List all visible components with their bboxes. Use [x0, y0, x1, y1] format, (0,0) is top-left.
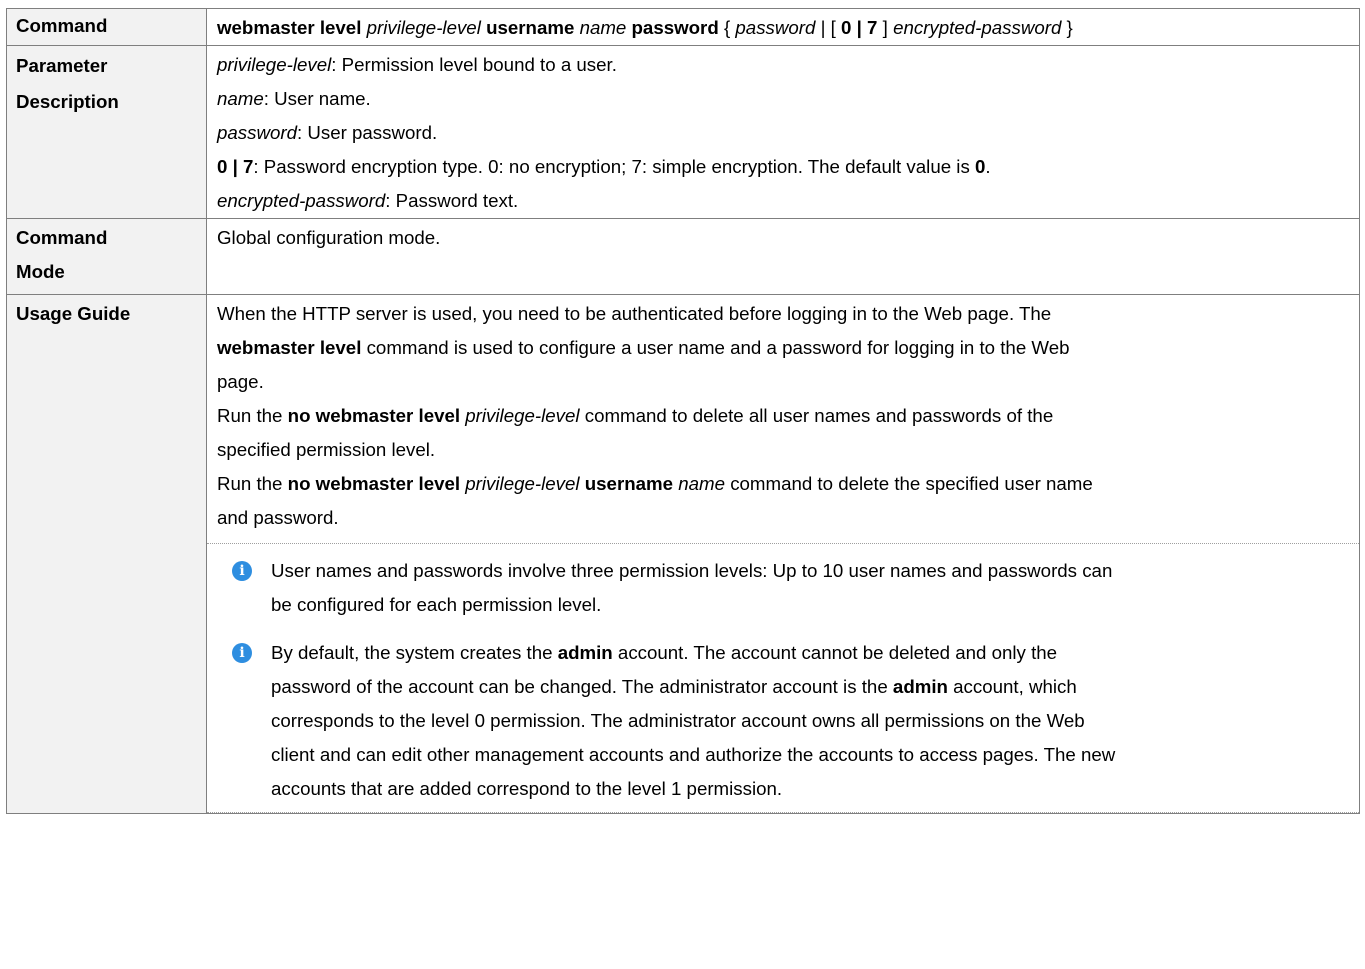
usage-text: page.	[217, 371, 264, 392]
syntax-punct: {	[723, 17, 731, 38]
syntax-keyword: username	[486, 17, 575, 38]
param-item: 0 | 7: Password encryption type. 0: no e…	[217, 156, 991, 177]
command-reference-table: Command webmaster level privilege-level …	[6, 8, 1360, 814]
usage-text: Run the no webmaster level privilege-lev…	[217, 473, 1093, 494]
notes-block: i User names and passwords involve three…	[207, 543, 1359, 813]
syntax-keyword: password	[631, 17, 719, 38]
syntax-keyword: webmaster level	[217, 17, 362, 38]
parameter-label: Parameter Description	[6, 45, 207, 219]
syntax-argument: password	[735, 17, 816, 38]
syntax-punct: ]	[882, 17, 888, 38]
usage-text: specified permission level.	[217, 439, 436, 460]
usage-guide: When the HTTP server is used, you need t…	[206, 294, 1360, 814]
note-item: i By default, the system creates the adm…	[217, 636, 1349, 806]
usage-text: When the HTTP server is used, you need t…	[217, 303, 1052, 324]
usage-text: webmaster level command is used to confi…	[217, 337, 1070, 358]
syntax-keyword: 0 | 7	[841, 17, 878, 38]
parameter-row: Parameter Description privilege-level: P…	[6, 45, 1360, 219]
usage-text: Run the no webmaster level privilege-lev…	[217, 405, 1054, 426]
mode-row: Command Mode Global configuration mode.	[6, 218, 1360, 295]
param-item: name: User name.	[217, 88, 371, 109]
syntax-argument: name	[579, 17, 627, 38]
param-item: privilege-level: Permission level bound …	[217, 54, 617, 75]
info-icon: i	[232, 643, 252, 663]
syntax-punct: | [	[820, 17, 836, 38]
usage-row: Usage Guide When the HTTP server is used…	[6, 294, 1360, 814]
info-icon: i	[232, 561, 252, 581]
mode-label: Command Mode	[6, 218, 207, 295]
usage-label: Usage Guide	[6, 294, 207, 814]
note-item: i User names and passwords involve three…	[217, 554, 1349, 622]
command-row: Command webmaster level privilege-level …	[6, 8, 1360, 46]
syntax-punct: }	[1066, 17, 1073, 38]
param-item: encrypted-password: Password text.	[217, 190, 519, 211]
param-item: password: User password.	[217, 122, 438, 143]
command-label: Command	[6, 8, 207, 46]
usage-text: and password.	[217, 507, 339, 528]
syntax-argument: encrypted-password	[893, 17, 1062, 38]
parameter-description: privilege-level: Permission level bound …	[206, 45, 1360, 219]
syntax-argument: privilege-level	[366, 17, 481, 38]
mode-text: Global configuration mode.	[206, 218, 1360, 295]
command-syntax: webmaster level privilege-level username…	[206, 8, 1360, 46]
